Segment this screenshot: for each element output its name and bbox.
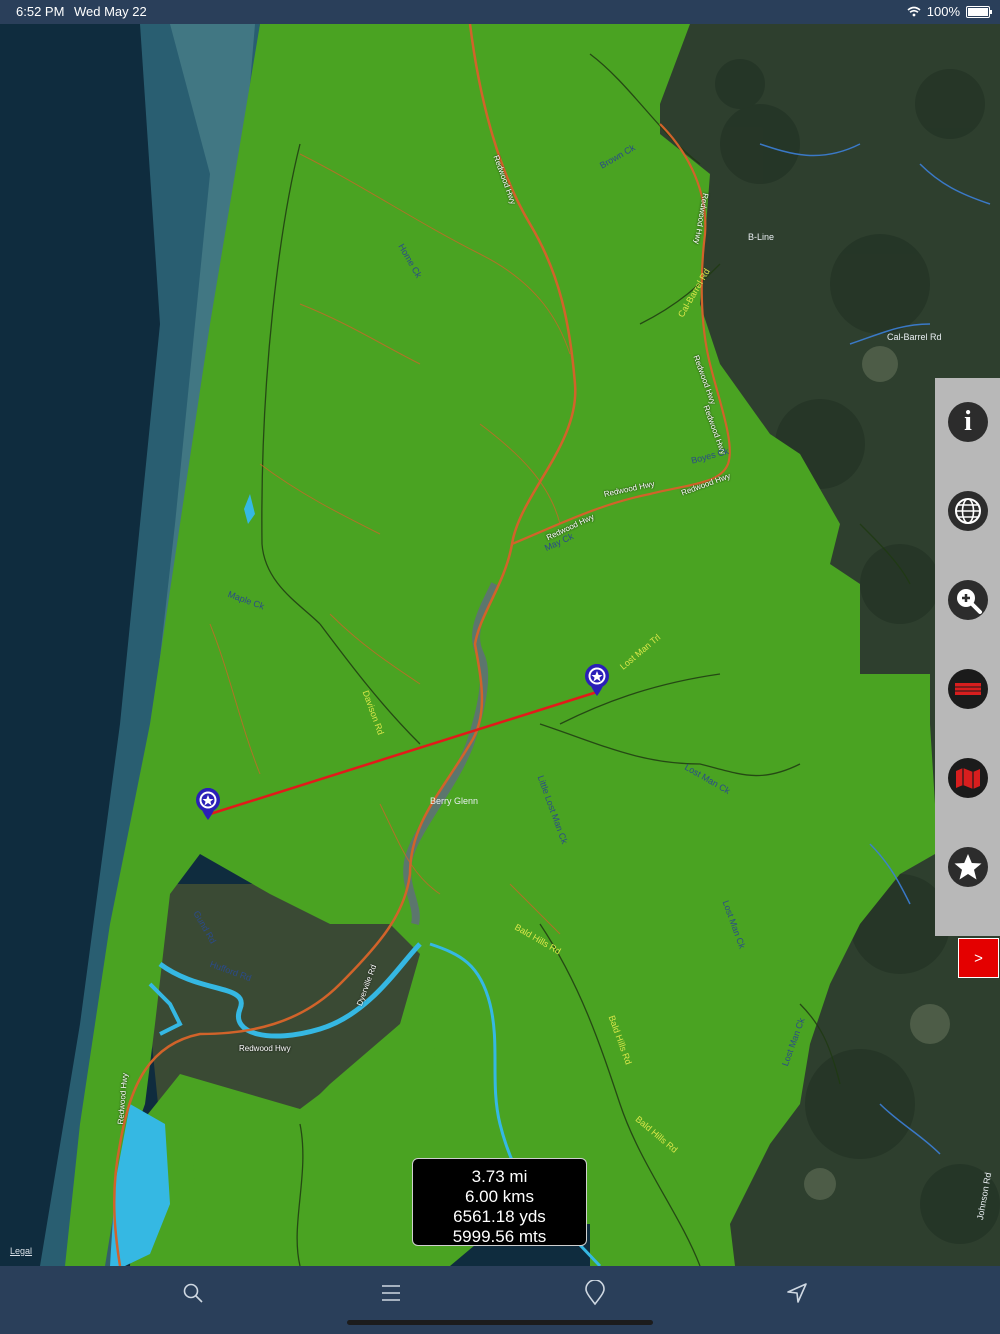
battery-icon [966,5,992,18]
zoom-in-icon[interactable] [948,580,988,620]
navigation-arrow-icon[interactable] [782,1278,812,1308]
status-right: 100% [907,4,992,19]
status-time: 6:52 PM [16,4,65,19]
wifi-icon [907,6,921,17]
status-date: Wed May 22 [74,4,147,19]
search-icon[interactable] [178,1278,208,1308]
home-indicator [347,1320,653,1325]
side-tool-panel: i [935,378,1000,936]
distance-kms: 6.00 kms [465,1187,534,1206]
road-label: Cal-Barrel Rd [887,332,942,342]
info-icon[interactable]: i [948,402,988,442]
map-canvas [0,24,1000,1266]
distance-yards: 6561.18 yds [453,1207,546,1226]
distance-meters: 5999.56 mts [452,1227,547,1246]
location-pin-icon[interactable] [580,1278,610,1308]
panel-toggle-button[interactable]: > [958,938,999,978]
map-layers-icon[interactable] [948,758,988,798]
distance-miles: 3.73 mi [471,1167,528,1186]
star-icon[interactable] [948,847,988,887]
legal-link[interactable]: Legal [10,1246,32,1256]
bottom-tab-bar [0,1266,1000,1334]
globe-icon[interactable] [948,491,988,531]
map-view[interactable]: Redwood Hwy Redwood Hwy Redwood Hwy Redw… [0,24,1000,1266]
battery-percent: 100% [926,4,960,19]
road-label: Redwood Hwy [239,1044,291,1053]
place-label: B-Line [748,232,775,242]
distance-readout: 3.73 mi 6.00 kms 6561.18 yds 5999.56 mts [412,1158,587,1246]
status-bar: 6:52 PM Wed May 22 100% [0,0,1000,24]
menu-icon[interactable] [376,1278,406,1308]
trail-icon[interactable] [948,669,988,709]
place-label: Berry Glenn [430,796,479,806]
